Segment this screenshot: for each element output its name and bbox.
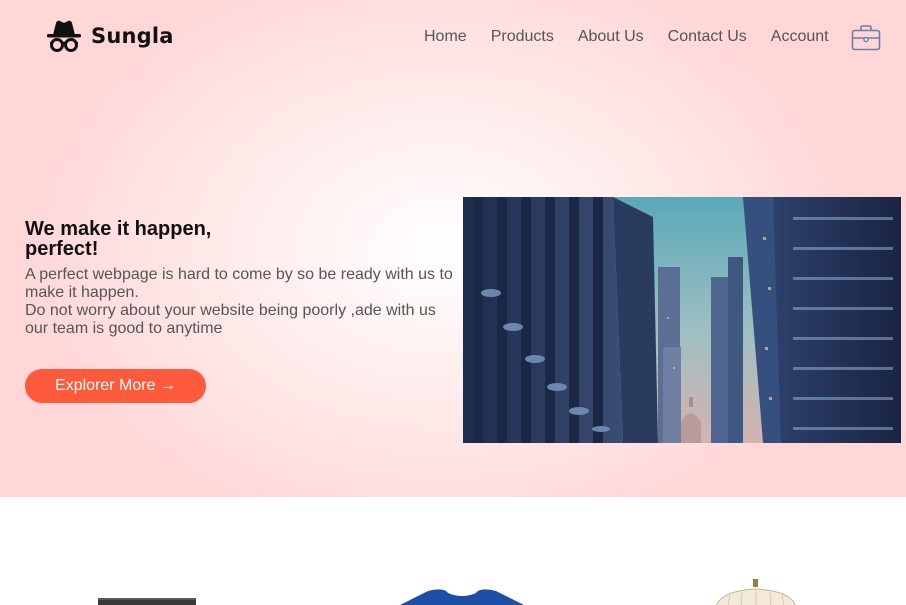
nav-item-about-us[interactable]: About Us [578,28,644,46]
cart-button[interactable] [851,24,881,52]
brand-name: Sungla [91,24,174,48]
products-section [0,497,906,605]
hero-image-city [463,197,901,443]
product-item-3[interactable] [710,578,802,605]
product-item-1[interactable] [98,595,196,605]
spy-hat-glasses-icon [47,20,81,52]
hero-description-line2: Do not worry about your website being po… [25,302,436,337]
nav-item-home[interactable]: Home [424,28,467,46]
nav-item-contact-us[interactable]: Contact Us [668,28,747,46]
explore-more-button[interactable]: Explorer More → [25,369,206,403]
hero-headline: We make it happen, perfect! [25,219,285,259]
hero-description: A perfect webpage is hard to come by so … [25,266,457,338]
hero-section: Sungla Home Products About Us Contact Us… [0,0,906,497]
product-item-2[interactable] [398,587,526,605]
main-nav: Home Products About Us Contact Us Accoun… [424,28,829,46]
briefcase-cart-icon [851,25,881,51]
brand-logo[interactable]: Sungla [45,18,174,54]
hero-headline-line1: We make it happen, [25,218,212,240]
hero-headline-line2: perfect! [25,238,99,260]
blue-tshirt-product [400,589,524,605]
nav-item-account[interactable]: Account [771,28,829,46]
hero-description-line1: A perfect webpage is hard to come by so … [25,266,453,301]
nav-item-products[interactable]: Products [491,28,554,46]
lamp-product [716,578,796,605]
black-cylinder-product [98,598,196,605]
